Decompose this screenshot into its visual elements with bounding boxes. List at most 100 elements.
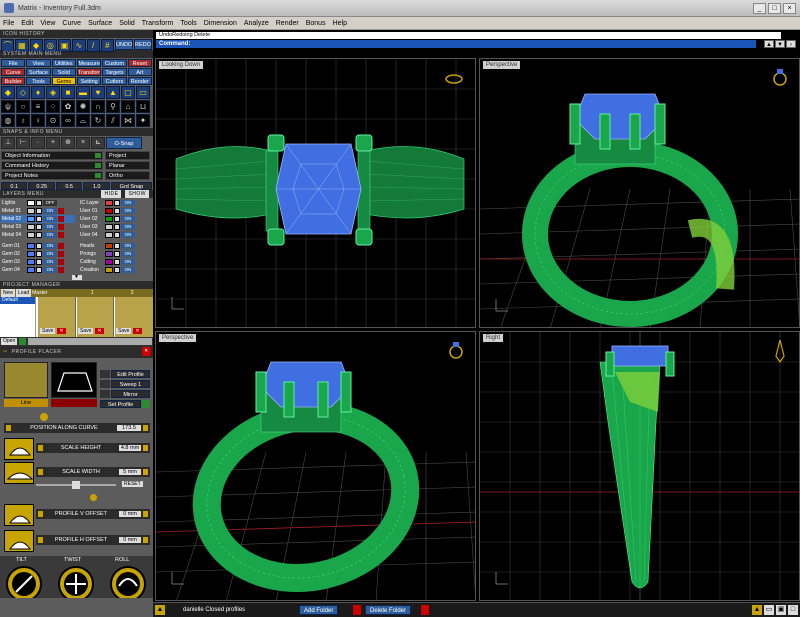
menu-bonus[interactable]: Bonus: [306, 20, 326, 27]
close-window-button[interactable]: ×: [783, 2, 796, 14]
add-folder-arrow-icon[interactable]: [353, 605, 361, 615]
ring-builder-icon[interactable]: ◍: [1, 114, 15, 127]
main-transform-button[interactable]: Transform: [76, 68, 102, 76]
history-sweep-icon[interactable]: ∿: [72, 39, 86, 52]
object-information-button[interactable]: Object Information: [1, 151, 103, 160]
viewport-perspective-top[interactable]: Perspective: [479, 58, 800, 328]
edit-profile-button[interactable]: Edit Profile: [111, 370, 150, 378]
set-profile-arrow-icon[interactable]: [142, 400, 150, 408]
earring-icon[interactable]: ♀: [31, 114, 45, 127]
set-profile-button[interactable]: Set Profile: [100, 400, 141, 408]
menu-tools[interactable]: Tools: [180, 20, 196, 27]
pm-open-arrow-icon[interactable]: [19, 338, 27, 345]
pattern-icon[interactable]: ✦: [136, 114, 150, 127]
chevron-down-icon[interactable]: ▼: [71, 275, 82, 280]
main-utilities-button[interactable]: Utilities: [51, 59, 76, 67]
pm-delete-2-icon[interactable]: ✕: [133, 328, 142, 334]
profile-preview-2[interactable]: [51, 362, 97, 398]
menu-curve[interactable]: Curve: [62, 20, 81, 27]
mirror-button[interactable]: Mirror: [111, 390, 150, 398]
near-snap-icon[interactable]: ⊢: [16, 137, 30, 149]
history-line-icon[interactable]: /: [86, 39, 100, 52]
gem-04-row[interactable]: Gem 04 ON: [1, 266, 75, 274]
status-maximize-icon[interactable]: □: [788, 605, 798, 615]
scale-width-value-field[interactable]: 5 mm: [119, 469, 141, 475]
round-gem-icon[interactable]: ◆: [1, 86, 15, 99]
oval-gem-icon[interactable]: ◇: [16, 86, 30, 99]
position-slider-handle[interactable]: [40, 413, 48, 421]
scale-height-increase-icon[interactable]: [143, 445, 148, 451]
ic-layer-row[interactable]: IC Layer ON: [79, 199, 151, 207]
grid-05-button[interactable]: 0.5: [55, 182, 83, 190]
main-builder-button[interactable]: Builder: [1, 77, 26, 85]
status-window-icon[interactable]: ▭: [764, 605, 774, 615]
roll-dial[interactable]: [108, 564, 148, 598]
pm-delete-1-icon[interactable]: ✕: [95, 328, 104, 334]
grid-snap-button[interactable]: Grd Snap: [110, 182, 153, 190]
grid-025-button[interactable]: 0.25: [28, 182, 55, 190]
main-solid-button[interactable]: Solid: [51, 68, 76, 76]
join-icon[interactable]: ⋈: [121, 114, 135, 127]
pm-delete-master-icon[interactable]: ✕: [57, 328, 66, 334]
pm-new-button[interactable]: New: [1, 289, 16, 297]
chain-icon[interactable]: ∞: [61, 114, 75, 127]
cushion-gem-icon[interactable]: ▢: [121, 86, 135, 99]
main-reset-button[interactable]: Reset: [127, 59, 152, 67]
command-up-icon[interactable]: ▲: [764, 40, 774, 48]
command-line[interactable]: Command:: [156, 40, 756, 48]
add-folder-button[interactable]: Add Folder: [299, 605, 339, 615]
viewport-right[interactable]: Right: [479, 331, 800, 601]
bail-icon[interactable]: ⌓: [76, 114, 90, 127]
scale-width-increase-icon[interactable]: [143, 469, 148, 475]
pm-open-button[interactable]: Open: [1, 338, 18, 345]
scale-height-value-field[interactable]: 4.8 mm: [119, 445, 141, 451]
menu-help[interactable]: Help: [333, 20, 347, 27]
pm-scrollbar[interactable]: [28, 338, 152, 345]
gem-01-row[interactable]: Gem 01 ON: [1, 242, 75, 250]
prong-icon[interactable]: ψ: [1, 100, 15, 113]
scale-width-decrease-icon[interactable]: [38, 469, 43, 475]
pendant-icon[interactable]: ♁: [16, 114, 30, 127]
metal-04-row[interactable]: Metal 04 ON: [1, 231, 75, 239]
pave-icon[interactable]: ⁘: [46, 100, 60, 113]
viewport-looking-down[interactable]: Looking Down: [155, 58, 476, 328]
int-snap-icon[interactable]: ×: [76, 137, 90, 149]
menu-dimension[interactable]: Dimension: [204, 20, 237, 27]
baguette-gem-icon[interactable]: ▭: [136, 86, 150, 99]
menu-transform[interactable]: Transform: [142, 20, 174, 27]
profile-preview-1[interactable]: [4, 362, 48, 398]
metal-02-row[interactable]: Metal 02 ON: [1, 215, 75, 223]
line-button[interactable]: Line: [4, 399, 48, 407]
halo-icon[interactable]: ✺: [76, 100, 90, 113]
redo-button[interactable]: REDO: [134, 39, 152, 50]
main-art-button[interactable]: Art: [127, 68, 152, 76]
undo-button[interactable]: UNDO: [115, 39, 133, 50]
end-snap-icon[interactable]: ⊥: [1, 137, 15, 149]
reset-button[interactable]: RESET: [122, 481, 143, 487]
tilt-dial[interactable]: [4, 564, 44, 598]
sweep-button[interactable]: Sweep 1: [111, 380, 150, 388]
scale-slider-handle[interactable]: [72, 481, 80, 489]
main-custom-button[interactable]: Custom: [102, 59, 127, 67]
main-render-button[interactable]: Render: [127, 77, 152, 85]
pm-load-button[interactable]: Load: [16, 289, 32, 297]
pm-default-item[interactable]: Default: [0, 297, 35, 304]
user-03-row[interactable]: User 03 ON: [79, 223, 151, 231]
menu-solid[interactable]: Solid: [119, 20, 135, 27]
princess-gem-icon[interactable]: ■: [61, 86, 75, 99]
position-increase-icon[interactable]: [143, 425, 148, 431]
main-gems-button[interactable]: Gems: [51, 77, 76, 85]
prongs-row[interactable]: Prongs ON: [79, 250, 151, 258]
emerald-gem-icon[interactable]: ▬: [76, 86, 90, 99]
bracelet-icon[interactable]: ⊙: [46, 114, 60, 127]
center-snap-icon[interactable]: ⊕: [61, 137, 75, 149]
pm-save-2-button[interactable]: Save: [116, 328, 132, 334]
delete-folder-button[interactable]: Delete Folder: [365, 605, 412, 615]
h-offset-value-field[interactable]: 0 mm: [119, 537, 141, 543]
position-decrease-icon[interactable]: [6, 425, 11, 431]
twist-dial[interactable]: [56, 564, 96, 598]
menu-analyze[interactable]: Analyze: [244, 20, 269, 27]
pm-save-master-button[interactable]: Save: [40, 328, 56, 334]
user-01-row[interactable]: User 01 ON: [79, 207, 151, 215]
cluster-icon[interactable]: ✿: [61, 100, 75, 113]
